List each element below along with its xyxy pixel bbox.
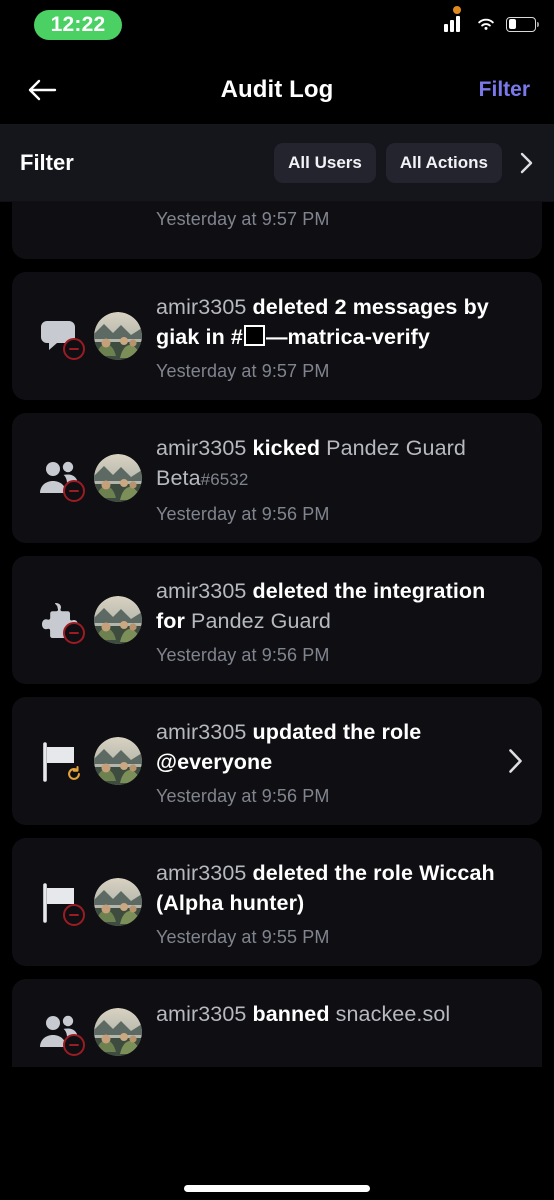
filter-more-button[interactable]	[512, 152, 538, 174]
audit-log-entry[interactable]: amir3305 banned snackee.sol	[12, 979, 542, 1067]
avatar	[94, 878, 142, 926]
entry-timestamp: Yesterday at 9:56 PM	[156, 645, 330, 665]
message-icon	[37, 313, 85, 360]
filter-bar-label: Filter	[20, 150, 74, 175]
entry-actor: amir3305	[156, 579, 253, 603]
remove-badge-icon	[63, 1034, 85, 1056]
chevron-right-icon	[520, 152, 532, 174]
entry-body: amir3305 kicked Pandez Guard Beta#6532 Ye…	[156, 431, 526, 525]
filter-button[interactable]: Filter	[479, 78, 530, 102]
entry-description: amir3305 kicked Pandez Guard Beta#6532	[156, 433, 518, 495]
remove-badge-icon	[63, 338, 85, 360]
audit-log-entry[interactable]: Yesterday at 9:57 PM	[12, 202, 542, 259]
avatar	[94, 312, 142, 360]
entry-description: amir3305 banned snackee.sol	[156, 999, 518, 1029]
entry-icon-column	[28, 1009, 92, 1056]
entry-icon-column	[28, 597, 92, 644]
wifi-icon	[478, 18, 494, 30]
entry-action-text: kicked	[252, 436, 327, 460]
avatar	[94, 454, 142, 502]
avatar	[94, 596, 142, 644]
cellular-signal-icon	[444, 6, 466, 32]
entry-body: amir3305 deleted 2 messages by giak in #…	[156, 290, 526, 382]
status-bar: 12:22	[0, 0, 554, 56]
avatar	[94, 1008, 142, 1056]
entry-timestamp: Yesterday at 9:57 PM	[156, 209, 330, 229]
update-badge-icon	[63, 763, 85, 785]
entry-body: amir3305 banned snackee.sol	[156, 997, 526, 1029]
entry-action-text: banned	[252, 1002, 336, 1026]
back-arrow-icon	[28, 79, 57, 101]
status-indicators	[444, 6, 539, 32]
filter-pill-all-actions[interactable]: All Actions	[385, 143, 502, 183]
battery-icon	[506, 16, 539, 32]
entry-action-text: 2 messages	[334, 295, 458, 319]
audit-log-list[interactable]: Yesterday at 9:57 PM amir3305 deleted 2 …	[0, 202, 554, 1067]
remove-badge-icon	[63, 904, 85, 926]
entry-body: amir3305 updated the role @everyone Yeste…	[156, 715, 500, 807]
filter-bar: Filter All Users All Actions	[0, 125, 554, 201]
entry-target: Pandez Guard	[191, 609, 331, 633]
entry-expand-button[interactable]	[504, 748, 526, 774]
audit-log-entry[interactable]: amir3305 deleted 2 messages by giak in #…	[12, 272, 542, 400]
status-time-pill[interactable]: 12:22	[34, 10, 122, 40]
entry-description: amir3305 updated the role @everyone	[156, 717, 492, 777]
entry-body: amir3305 deleted the integration for Pan…	[156, 574, 526, 666]
entry-target: snackee.sol	[335, 1002, 451, 1026]
entry-action-text: in	[205, 325, 231, 349]
entry-actor: amir3305	[156, 295, 253, 319]
avatar	[94, 737, 142, 785]
entry-description: amir3305 deleted 2 messages by giak in #…	[156, 292, 518, 352]
entry-actor: amir3305	[156, 861, 253, 885]
audit-log-entry[interactable]: amir3305 kicked Pandez Guard Beta#6532 Ye…	[12, 413, 542, 543]
entry-body: amir3305 deleted the role Wiccah (Alpha …	[156, 856, 526, 948]
entry-action-text: #	[230, 325, 243, 349]
page-title: Audit Log	[220, 76, 334, 103]
entry-timestamp: Yesterday at 9:56 PM	[156, 504, 330, 524]
entry-actor: amir3305	[156, 436, 253, 460]
entry-actor: amir3305	[156, 1002, 253, 1026]
audit-log-entry[interactable]: amir3305 deleted the role Wiccah (Alpha …	[12, 838, 542, 966]
entry-icon-column	[28, 738, 92, 784]
entry-icon-column	[28, 455, 92, 502]
entry-action-text: deleted the role	[252, 861, 420, 885]
navigation-bar: Audit Log Filter	[0, 56, 554, 124]
flag-icon	[37, 879, 85, 926]
audit-log-entry[interactable]: amir3305 deleted the integration for Pan…	[12, 556, 542, 684]
filter-pill-all-users[interactable]: All Users	[274, 143, 376, 183]
entry-timestamp: Yesterday at 9:57 PM	[156, 361, 330, 381]
entry-action-text: —matrica-verify	[265, 325, 430, 349]
chevron-right-icon	[508, 749, 522, 773]
audit-log-entry[interactable]: amir3305 updated the role @everyone Yeste…	[12, 697, 542, 825]
entry-action-text: deleted	[252, 295, 335, 319]
members-icon	[37, 455, 85, 502]
entry-action-text: updated the role	[252, 720, 422, 744]
members-icon	[37, 1009, 85, 1056]
entry-icon-column	[28, 313, 92, 360]
remove-badge-icon	[63, 480, 85, 502]
entry-icon-column	[28, 879, 92, 926]
phone-screen: 12:22 Audit Log Filter Filter All Users …	[0, 0, 554, 1200]
status-time: 12:22	[50, 13, 106, 36]
back-button[interactable]	[22, 70, 62, 110]
entry-timestamp: Yesterday at 9:56 PM	[156, 786, 330, 806]
entry-actor: amir3305	[156, 720, 253, 744]
entry-timestamp: Yesterday at 9:55 PM	[156, 927, 330, 947]
home-indicator	[184, 1185, 370, 1192]
entry-body: Yesterday at 9:57 PM	[156, 202, 526, 230]
orange-dot-icon	[453, 6, 461, 14]
remove-badge-icon	[63, 622, 85, 644]
puzzle-icon	[37, 597, 85, 644]
entry-description: amir3305 deleted the integration for Pan…	[156, 576, 518, 636]
missing-glyph-icon	[243, 325, 265, 346]
entry-description: amir3305 deleted the role Wiccah (Alpha …	[156, 858, 518, 918]
entry-action-text: @everyone	[156, 750, 273, 774]
entry-discriminator: #6532	[200, 470, 249, 489]
flag-icon	[37, 738, 83, 784]
